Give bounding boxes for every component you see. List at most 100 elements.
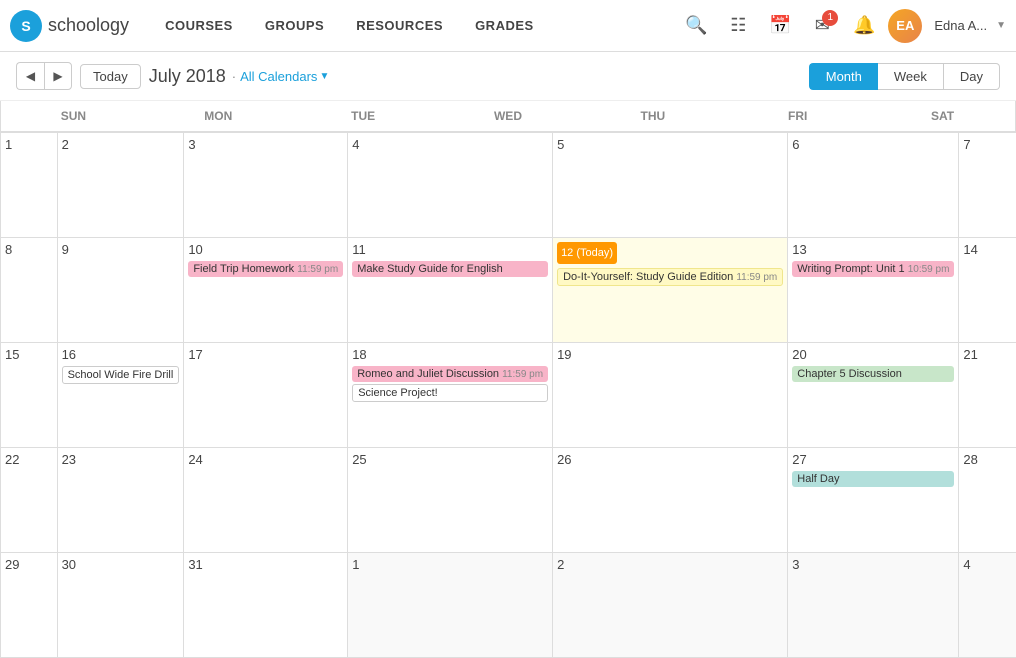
date-number: 31 xyxy=(188,557,343,572)
date-number: 17 xyxy=(188,347,343,362)
logo-icon: S xyxy=(10,10,42,42)
calendar-cell: 6 xyxy=(788,133,959,238)
logo[interactable]: S schoology xyxy=(10,10,129,42)
calendar-cell: 21 xyxy=(959,343,1016,448)
search-icon[interactable]: 🔍 xyxy=(678,8,714,44)
date-number: 3 xyxy=(792,557,954,572)
calendar-event[interactable]: Chapter 5 Discussion xyxy=(792,366,954,382)
nav-grades[interactable]: GRADES xyxy=(459,0,550,52)
date-number: 9 xyxy=(62,242,180,257)
day-view-button[interactable]: Day xyxy=(944,63,1000,90)
calendar-event[interactable]: Field Trip Homework 11:59 pm xyxy=(188,261,343,277)
date-number: 20 xyxy=(792,347,954,362)
user-name: Edna A... xyxy=(934,18,987,33)
nav-resources[interactable]: RESOURCES xyxy=(340,0,459,52)
date-number: 19 xyxy=(557,347,783,362)
header-thu: Thu xyxy=(580,101,725,132)
date-number: 26 xyxy=(557,452,783,467)
date-number: 5 xyxy=(557,137,783,152)
calendar-cell: 18 Romeo and Juliet Discussion 11:59 pm Sc… xyxy=(348,343,553,448)
date-number: 22 xyxy=(5,452,53,467)
date-number: 4 xyxy=(963,557,1012,572)
next-button[interactable]: ▶ xyxy=(44,62,72,90)
calendar-cell: 26 xyxy=(553,448,788,553)
date-number: 2 xyxy=(62,137,180,152)
calendar-event[interactable]: Writing Prompt: Unit 1 10:59 pm xyxy=(792,261,954,277)
calendar-cell: 24 xyxy=(184,448,348,553)
nav-right: 🔍 ☷ 📅 ✉ 1 🔔 EA Edna A... ▼ xyxy=(678,8,1006,44)
avatar[interactable]: EA xyxy=(888,9,922,43)
calendar-cell: 20 Chapter 5 Discussion xyxy=(788,343,959,448)
calendar-cell: 12 (Today) Do-It-Yourself: Study Guide Ed… xyxy=(553,238,788,343)
date-number: 1 xyxy=(352,557,548,572)
logo-text: schoology xyxy=(48,15,129,36)
date-number: 18 xyxy=(352,347,548,362)
calendar-month-title: July 2018 xyxy=(149,66,226,87)
nav-groups[interactable]: GROUPS xyxy=(249,0,340,52)
calendar-event[interactable]: Half Day xyxy=(792,471,954,487)
header-wed: Wed xyxy=(436,101,581,132)
calendar-cell: 4 xyxy=(959,553,1016,658)
calendar-cell: 3 xyxy=(788,553,959,658)
calendar-filter[interactable]: All Calendars xyxy=(240,69,317,84)
date-number: 3 xyxy=(188,137,343,152)
date-number: 4 xyxy=(352,137,548,152)
calendar-event[interactable]: Science Project! xyxy=(352,384,548,402)
date-number: 2 xyxy=(557,557,783,572)
nav-courses[interactable]: COURSES xyxy=(149,0,249,52)
date-number: 23 xyxy=(62,452,180,467)
notifications-icon[interactable]: 🔔 xyxy=(846,8,882,44)
calendar-icon[interactable]: 📅 xyxy=(762,8,798,44)
date-number: 15 xyxy=(5,347,53,362)
nav-links: COURSES GROUPS RESOURCES GRADES xyxy=(149,0,550,52)
date-number: 25 xyxy=(352,452,548,467)
calendar-cell: 22 xyxy=(1,448,58,553)
date-number: 8 xyxy=(5,242,53,257)
calendar-wrapper: Sun Mon Tue Wed Thu Fri Sat 12345678910F… xyxy=(0,101,1016,658)
calendar-event[interactable]: Romeo and Juliet Discussion 11:59 pm xyxy=(352,366,548,382)
date-number: 13 xyxy=(792,242,954,257)
calendar-cell: 10 Field Trip Homework 11:59 pm xyxy=(184,238,348,343)
calendar-cell: 1 xyxy=(348,553,553,658)
messages-icon[interactable]: ✉ 1 xyxy=(804,8,840,44)
calendar-cell: 14 xyxy=(959,238,1016,343)
date-number: 21 xyxy=(963,347,1012,362)
calendar-cell: 2 xyxy=(58,133,185,238)
header-sat: Sat xyxy=(870,101,1015,132)
filter-chevron[interactable]: ▼ xyxy=(319,71,329,82)
calendar-event[interactable]: Make Study Guide for English xyxy=(352,261,548,277)
calendar-cell: 2 xyxy=(553,553,788,658)
apps-icon[interactable]: ☷ xyxy=(720,8,756,44)
calendar-cell: 31 xyxy=(184,553,348,658)
top-navigation: S schoology COURSES GROUPS RESOURCES GRA… xyxy=(0,0,1016,52)
calendar-day-headers: Sun Mon Tue Wed Thu Fri Sat xyxy=(0,101,1016,132)
calendar-event[interactable]: Do-It-Yourself: Study Guide Edition 11:5… xyxy=(557,268,783,286)
header-sun: Sun xyxy=(1,101,146,132)
calendar-grid: 12345678910Field Trip Homework 11:59 pm1… xyxy=(0,132,1016,658)
calendar-cell: 25 xyxy=(348,448,553,553)
date-number: 24 xyxy=(188,452,343,467)
today-button[interactable]: Today xyxy=(80,64,141,89)
notification-badge: 1 xyxy=(822,10,838,26)
month-view-button[interactable]: Month xyxy=(809,63,878,90)
calendar-cell: 16School Wide Fire Drill xyxy=(58,343,185,448)
header-fri: Fri xyxy=(725,101,870,132)
calendar-event[interactable]: School Wide Fire Drill xyxy=(62,366,180,384)
date-number: 27 xyxy=(792,452,954,467)
date-number: 1 xyxy=(5,137,53,152)
calendar-cell: 5 xyxy=(553,133,788,238)
date-number: 12 (Today) xyxy=(557,242,617,264)
calendar-cell: 9 xyxy=(58,238,185,343)
header-tue: Tue xyxy=(291,101,436,132)
date-number: 14 xyxy=(963,242,1012,257)
calendar-cell: 30 xyxy=(58,553,185,658)
calendar-cell: 23 xyxy=(58,448,185,553)
calendar-cell: 15 xyxy=(1,343,58,448)
user-menu-chevron[interactable]: ▼ xyxy=(996,20,1006,31)
calendar-cell: 28 xyxy=(959,448,1016,553)
calendar-cell: 8 xyxy=(1,238,58,343)
calendar-cell: 17 xyxy=(184,343,348,448)
date-number: 10 xyxy=(188,242,343,257)
week-view-button[interactable]: Week xyxy=(878,63,944,90)
prev-button[interactable]: ◀ xyxy=(16,62,44,90)
